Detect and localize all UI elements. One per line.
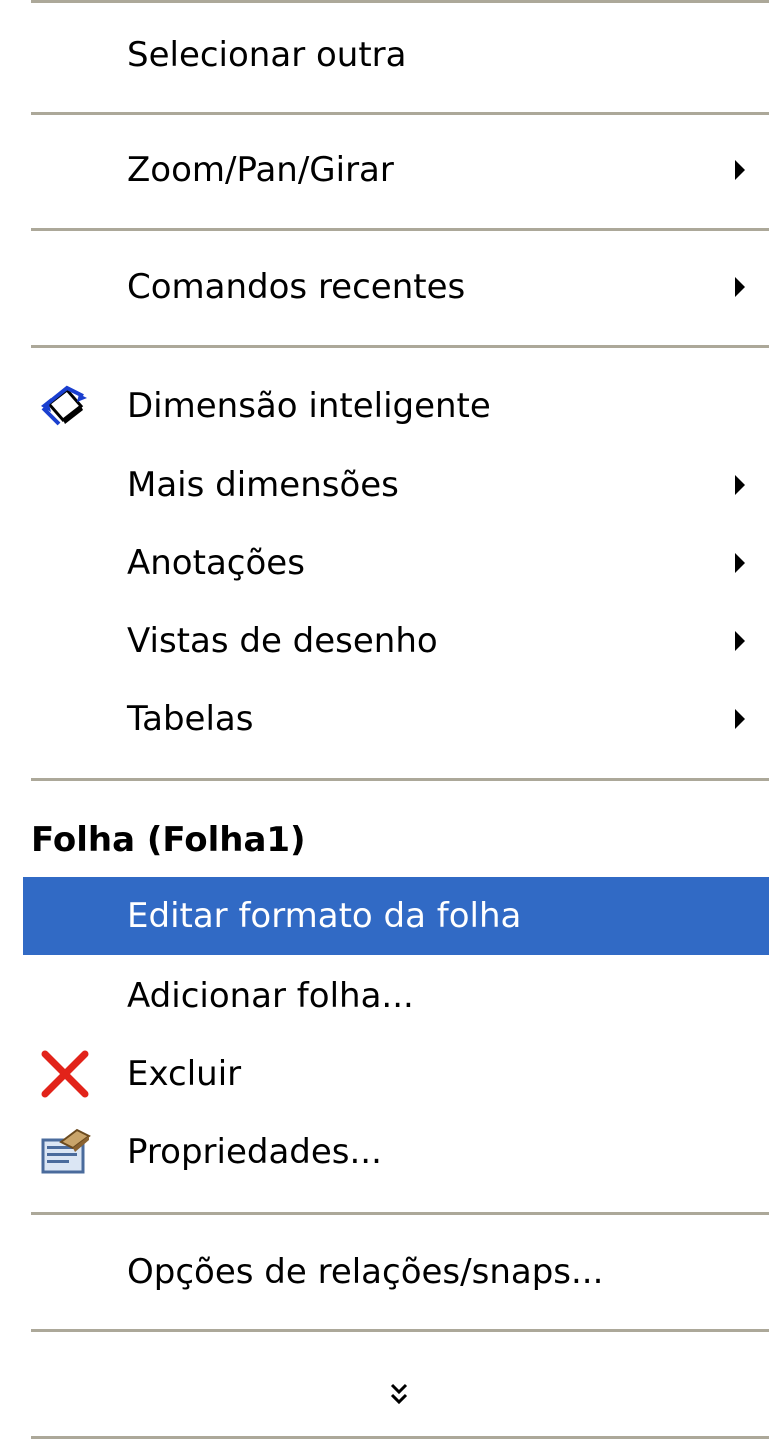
menu-item-more-dimensions[interactable]: Mais dimensões [23, 446, 769, 524]
menu-item-label: Mais dimensões [127, 465, 399, 505]
menu-item-label: Excluir [127, 1054, 242, 1094]
context-menu: Selecionar outra Zoom/Pan/Girar Comandos… [0, 0, 769, 1440]
submenu-arrow-icon [735, 709, 745, 729]
menu-item-tables[interactable]: Tabelas [23, 680, 769, 758]
menu-item-recent-commands[interactable]: Comandos recentes [23, 248, 769, 326]
menu-separator [31, 0, 769, 3]
menu-separator [31, 1436, 769, 1439]
submenu-arrow-icon [735, 553, 745, 573]
menu-separator [31, 345, 769, 348]
menu-item-annotations[interactable]: Anotações [23, 524, 769, 602]
menu-separator [31, 778, 769, 781]
menu-item-add-sheet[interactable]: Adicionar folha... [23, 957, 769, 1035]
menu-item-label: Opções de relações/snaps... [127, 1252, 604, 1292]
expand-chevron-icon [390, 1381, 408, 1409]
delete-x-icon [37, 1050, 93, 1098]
submenu-arrow-icon [735, 631, 745, 651]
menu-item-label: Zoom/Pan/Girar [127, 150, 394, 190]
menu-separator [31, 112, 769, 115]
expand-menu-button[interactable] [23, 1358, 769, 1438]
menu-item-label: Selecionar outra [127, 35, 407, 75]
smart-dimension-icon [37, 382, 93, 430]
menu-item-label: Editar formato da folha [127, 896, 522, 936]
menu-item-properties[interactable]: Propriedades... [23, 1113, 769, 1191]
menu-item-select-other[interactable]: Selecionar outra [23, 16, 769, 94]
properties-icon [37, 1128, 93, 1176]
menu-item-relations-snaps-options[interactable]: Opções de relações/snaps... [23, 1233, 769, 1311]
menu-item-delete[interactable]: Excluir [23, 1035, 769, 1113]
submenu-arrow-icon [735, 277, 745, 297]
menu-item-label: Comandos recentes [127, 267, 466, 307]
menu-item-label: Tabelas [127, 699, 254, 739]
menu-separator [31, 228, 769, 231]
menu-separator [31, 1212, 769, 1215]
submenu-arrow-icon [735, 475, 745, 495]
menu-separator [31, 1329, 769, 1332]
submenu-arrow-icon [735, 160, 745, 180]
sheet-section-header: Folha (Folha1) [31, 820, 306, 860]
menu-item-edit-sheet-format[interactable]: Editar formato da folha [23, 877, 769, 955]
menu-item-label: Anotações [127, 543, 305, 583]
menu-item-label: Propriedades... [127, 1132, 382, 1172]
menu-item-smart-dimension[interactable]: Dimensão inteligente [23, 367, 769, 445]
menu-item-zoom-pan-rotate[interactable]: Zoom/Pan/Girar [23, 131, 769, 209]
menu-item-label: Adicionar folha... [127, 976, 414, 1016]
menu-item-label: Vistas de desenho [127, 621, 438, 661]
menu-item-label: Dimensão inteligente [127, 386, 491, 426]
menu-item-drawing-views[interactable]: Vistas de desenho [23, 602, 769, 680]
